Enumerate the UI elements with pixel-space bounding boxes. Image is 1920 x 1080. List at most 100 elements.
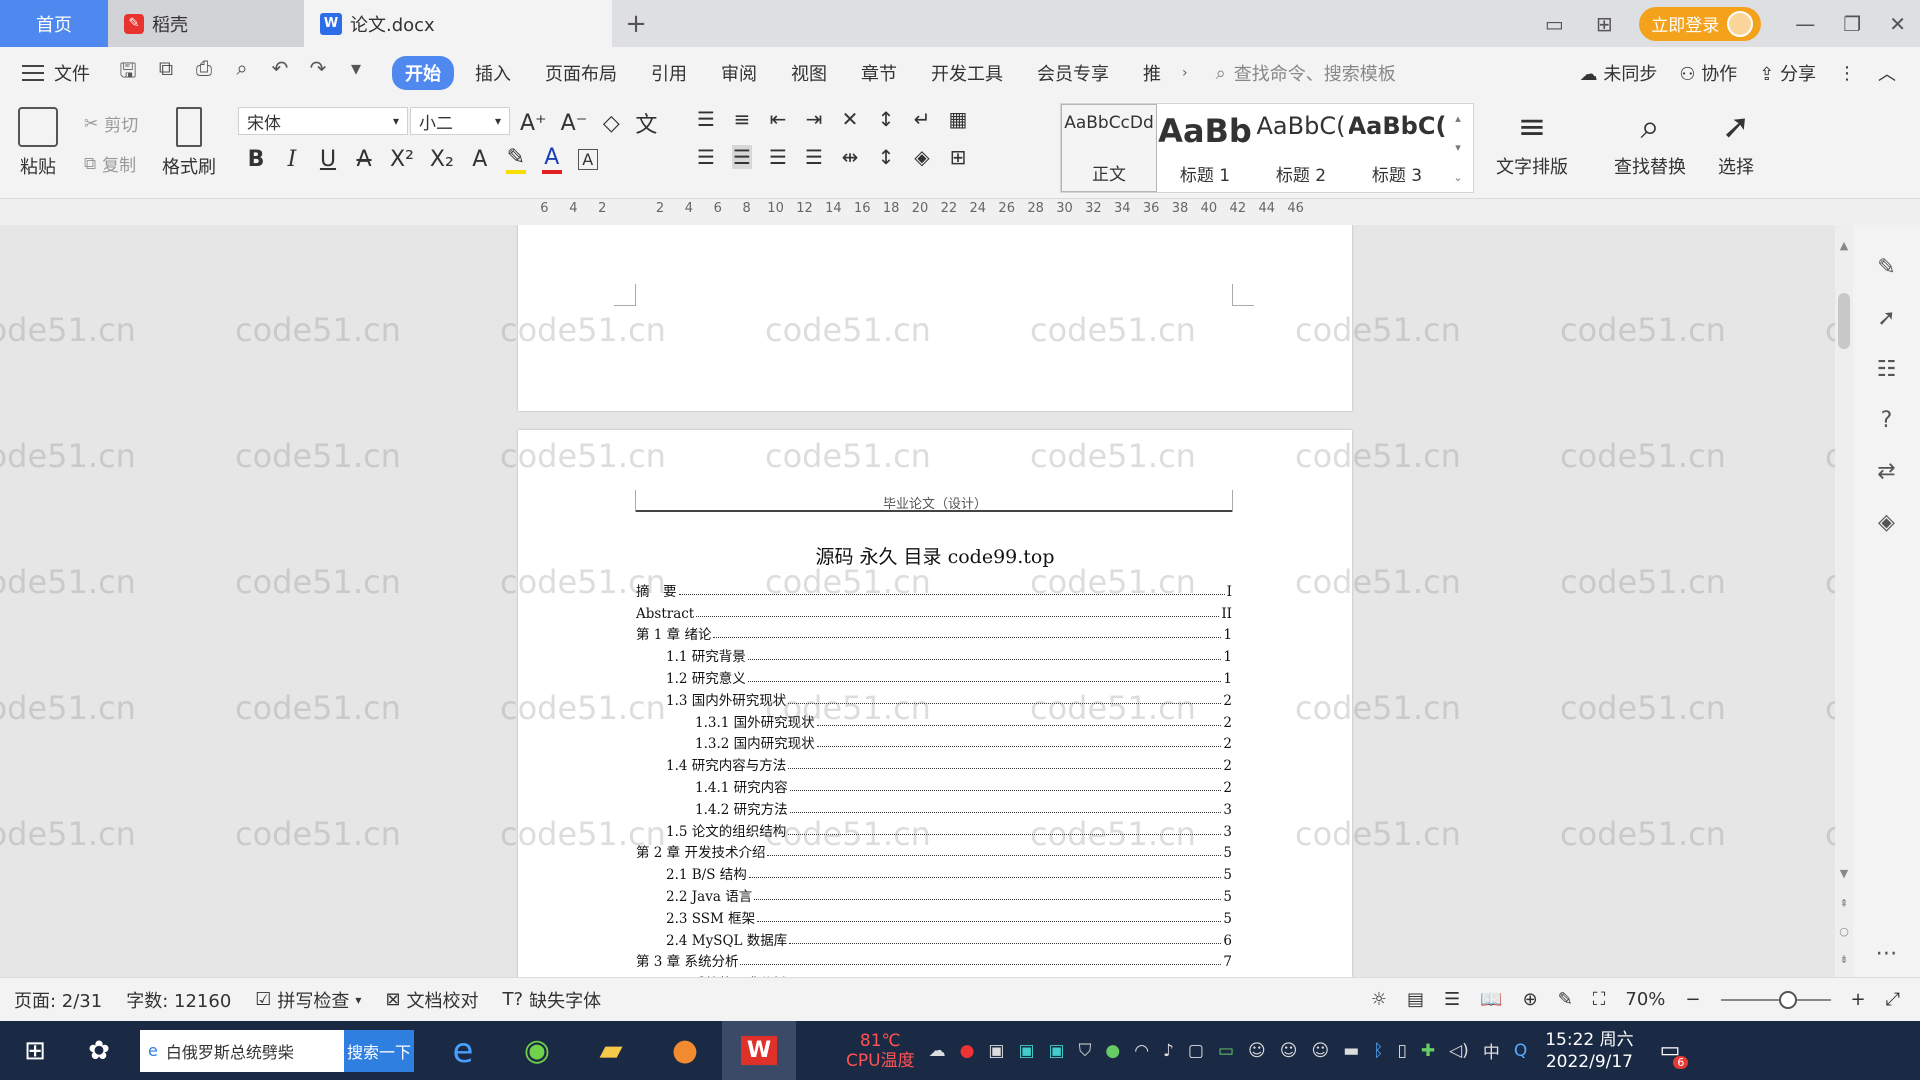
tray-app-icon[interactable]: ▣ — [1018, 1041, 1034, 1061]
location-icon[interactable]: ◈ — [1878, 510, 1895, 535]
file-menu[interactable]: 文件 — [22, 60, 90, 86]
decrease-indent-icon[interactable]: ⇤ — [768, 107, 788, 131]
subscript-icon[interactable]: X₂ — [430, 147, 454, 172]
numbered-list-icon[interactable]: ≡ — [732, 107, 752, 131]
windows-start-icon[interactable]: ⊞ — [0, 1036, 70, 1066]
clear-format-icon[interactable]: ◇ — [601, 111, 621, 136]
toc-entry[interactable]: 第 1 章 绪论 1 — [636, 622, 1232, 643]
outline-view-icon[interactable]: ☰ — [1444, 989, 1460, 1010]
select-browse-icon[interactable]: ○ — [1835, 925, 1853, 938]
show-marks-icon[interactable]: ↵ — [912, 107, 932, 131]
borders-icon[interactable]: ⊞ — [948, 145, 968, 169]
collaborate-button[interactable]: ⚇ 协作 — [1679, 60, 1737, 86]
style-heading-3[interactable]: AaBbC( 标题 3 — [1349, 104, 1445, 192]
shield-icon[interactable]: ⛉ — [1079, 1041, 1092, 1061]
toc-entry[interactable]: 1.5 论文的组织结构 3 — [636, 818, 1232, 840]
redo-icon[interactable]: ↷ — [306, 56, 330, 90]
bold-icon[interactable]: B — [246, 147, 266, 172]
usb-icon[interactable]: ▯ — [1398, 1041, 1407, 1061]
grow-font-icon[interactable]: A⁺ — [520, 111, 547, 136]
restore-icon[interactable]: ❐ — [1843, 12, 1861, 36]
shrink-font-icon[interactable]: A⁻ — [561, 111, 588, 136]
line-spacing-icon[interactable]: ↕ — [876, 145, 896, 169]
next-page-icon[interactable]: ⇟ — [1835, 953, 1853, 966]
page-indicator[interactable]: 页面: 2/31 — [14, 987, 102, 1013]
grid-apps-icon[interactable]: ⊞ — [1589, 12, 1619, 36]
font-color-icon[interactable]: A — [541, 145, 562, 174]
missing-font-button[interactable]: T? 缺失字体 — [503, 987, 602, 1013]
toc-entry[interactable]: 1.3.1 国外研究现状 2 — [636, 709, 1232, 731]
italic-icon[interactable]: I — [282, 147, 302, 172]
style-heading-2[interactable]: AaBbC( 标题 2 — [1253, 104, 1349, 192]
style-heading-1[interactable]: AaBb 标题 1 — [1157, 104, 1253, 192]
scroll-thumb[interactable] — [1838, 293, 1850, 349]
toc-entry[interactable]: 1.3.2 国内研究现状 2 — [636, 731, 1232, 752]
find-replace-button[interactable]: ⌕ 查找替换 — [1614, 107, 1686, 179]
pen-icon[interactable]: ✎ — [1877, 255, 1895, 280]
sliders-icon[interactable]: ☷ — [1877, 357, 1897, 382]
toc-entry[interactable]: 1.2 研究意义 1 — [636, 665, 1232, 687]
tray-app-icon[interactable]: ▢ — [1188, 1041, 1204, 1061]
document-canvas[interactable]: 毕业论文（设计） 源码 永久 目录 code99.top 摘 要 I Abstrac… — [0, 225, 1835, 977]
expand-styles-icon[interactable]: ⌄ — [1453, 171, 1462, 184]
align-center-icon[interactable]: ☰ — [732, 145, 752, 169]
zoom-out-icon[interactable]: − — [1685, 989, 1700, 1010]
tray-app-icon[interactable]: ▭ — [1218, 1041, 1234, 1061]
game-app-icon[interactable]: ● — [648, 1021, 722, 1080]
font-size-select[interactable]: 小二 ▾ — [410, 107, 510, 135]
toc-entry[interactable]: 1.1 研究背景 1 — [636, 643, 1232, 665]
more-vertical-icon[interactable]: ⋮ — [1838, 63, 1856, 84]
reading-layout-icon[interactable]: ▭ — [1539, 12, 1569, 36]
translate-icon[interactable]: ⇄ — [1877, 459, 1895, 484]
zoom-level[interactable]: 70% — [1625, 989, 1665, 1010]
page-2[interactable]: 毕业论文（设计） 源码 永久 目录 code99.top 摘 要 I Abstrac… — [518, 430, 1352, 977]
vertical-scrollbar[interactable]: ▲ ▼ ⇞ ○ ⇟ — [1835, 225, 1853, 977]
tray-app-icon[interactable]: ✚ — [1421, 1041, 1435, 1061]
help-icon[interactable]: ? — [1881, 408, 1893, 433]
font-name-select[interactable]: 宋体 ▾ — [238, 107, 408, 135]
tab-page-layout[interactable]: 页面布局 — [532, 56, 630, 90]
zoom-slider[interactable] — [1720, 990, 1831, 1009]
taskbar-clock[interactable]: 15:22 周六 2022/9/17 — [1545, 1029, 1633, 1073]
tray-app-icon[interactable]: ▣ — [1049, 1041, 1065, 1061]
toc-entry[interactable]: Abstract II — [636, 600, 1232, 622]
new-tab-button[interactable]: + — [612, 0, 660, 47]
share-button[interactable]: ⇪ 分享 — [1759, 60, 1816, 86]
chevron-up-icon[interactable]: ▴ — [1455, 112, 1461, 125]
toc-entry[interactable]: 2.1 B/S 结构 5 — [636, 861, 1232, 883]
file-explorer-icon[interactable]: ▰ — [574, 1021, 648, 1080]
word-count[interactable]: 字数: 12160 — [126, 987, 231, 1013]
undo-icon[interactable]: ↶ — [268, 56, 292, 90]
ime-indicator[interactable]: 中 — [1483, 1038, 1500, 1063]
tray-app-icon[interactable]: ● — [1105, 1041, 1120, 1061]
tab-recommend[interactable]: 推 — [1130, 56, 1174, 90]
wifi-icon[interactable]: ◠ — [1134, 1041, 1149, 1061]
chevron-right-icon[interactable]: › — [1182, 65, 1188, 81]
toc-entry[interactable]: 2.3 SSM 框架 5 — [636, 905, 1232, 927]
format-painter-button[interactable]: 格式刷 — [162, 107, 216, 179]
cut-button[interactable]: ✂ 剪切 — [84, 111, 138, 137]
toc-entry[interactable]: 第 3 章 系统分析 7 — [636, 949, 1232, 970]
sync-button[interactable]: ☁ 未同步 — [1580, 60, 1658, 86]
tab-chapter[interactable]: 章节 — [848, 56, 910, 90]
toc-entry[interactable]: 3.1 系统的需求分析7 — [636, 970, 1232, 977]
more-horizontal-icon[interactable]: ⋯ — [1876, 941, 1898, 966]
toc-entry[interactable]: 1.3 国内外研究现状 2 — [636, 687, 1232, 709]
toc-entry[interactable]: 第 2 章 开发技术介绍 5 — [636, 840, 1232, 861]
tray-app-icon[interactable]: Q — [1514, 1041, 1527, 1061]
login-button[interactable]: 立即登录 — [1639, 6, 1762, 41]
tab-member[interactable]: 会员专享 — [1024, 56, 1122, 90]
distribute-icon[interactable]: ⇹ — [840, 145, 860, 169]
print-preview-icon[interactable]: ⌕ — [230, 56, 254, 90]
bluetooth-icon[interactable]: ᛒ — [1373, 1041, 1383, 1061]
eye-protect-icon[interactable]: ☼ — [1371, 989, 1387, 1010]
increase-indent-icon[interactable]: ⇥ — [804, 107, 824, 131]
tray-app-icon[interactable]: ● — [960, 1041, 975, 1061]
write-mode-icon[interactable]: ✎ — [1558, 989, 1573, 1010]
horizontal-ruler[interactable]: 6 4 2 2 4 6 8 10 12 14 16 18 20 22 24 26 28 30 32 34 36 38 40 4… — [0, 199, 1920, 225]
fit-page-icon[interactable]: ⛶ — [1593, 989, 1606, 1010]
zoom-knob[interactable] — [1778, 990, 1797, 1009]
volume-icon[interactable]: ◁) — [1449, 1041, 1469, 1061]
tab-document[interactable]: W 论文.docx — [304, 0, 612, 47]
bell-icon[interactable]: ♪ — [1163, 1041, 1174, 1061]
